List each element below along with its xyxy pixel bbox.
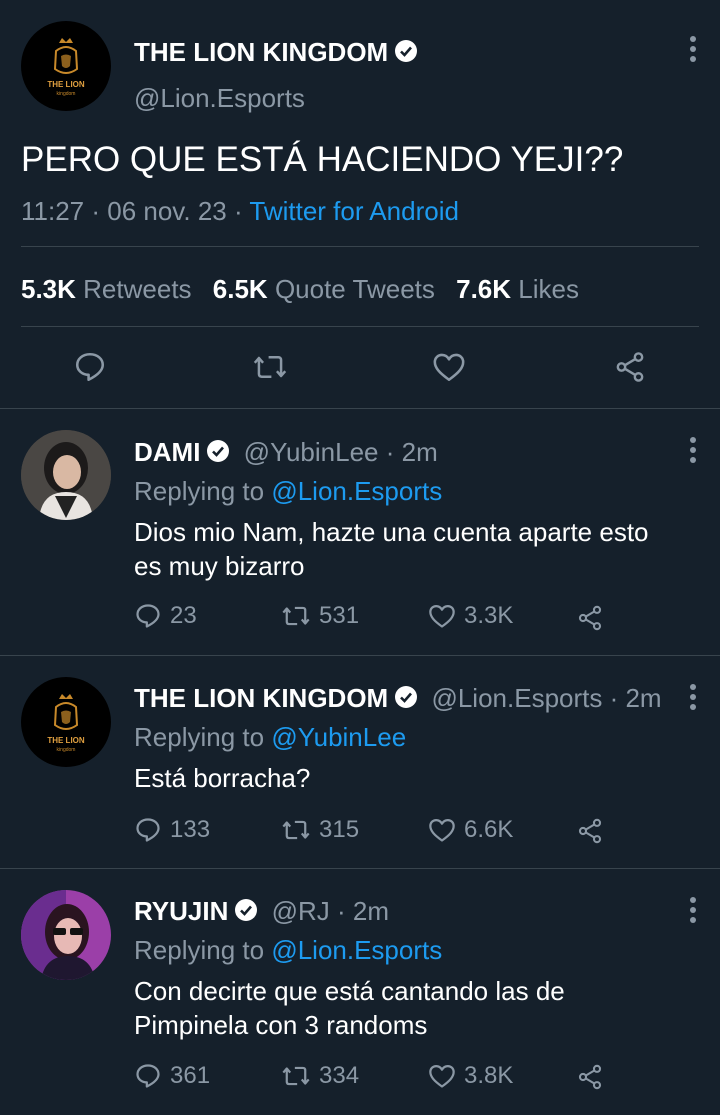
tweet-source-link[interactable]: Twitter for Android [249, 196, 459, 226]
replying-to: Replying to @Lion.Esports [134, 476, 442, 507]
reply-icon [136, 1064, 160, 1088]
retweet-icon[interactable] [252, 350, 288, 384]
replying-to: Replying to @YubinLee [134, 722, 406, 753]
retweets-count: 5.3K [21, 274, 76, 304]
svg-text:kingdom: kingdom [57, 747, 76, 753]
reply-count: 23 [170, 602, 197, 629]
like-count: 6.6K [464, 816, 514, 843]
reply-header: DAMI @YubinLee · 2m [134, 437, 438, 468]
lion-logo-icon: THE LION kingdom [47, 38, 85, 97]
retweet-action[interactable]: 334 [281, 1062, 359, 1090]
retweet-count: 531 [319, 602, 360, 629]
like-icon [429, 1064, 455, 1088]
avatar-photo-icon [21, 430, 111, 520]
tweet-meta: 11:27 · 06 nov. 23 · Twitter for Android [21, 196, 459, 227]
handle-time: @Lion.Esports · 2m [431, 683, 662, 713]
reply-icon [136, 604, 160, 628]
more-options-icon[interactable] [690, 684, 696, 714]
reply-text-line: Está borracha? [134, 763, 311, 793]
more-options-icon[interactable] [690, 36, 696, 66]
svg-text:THE LION: THE LION [47, 736, 85, 745]
verified-badge-icon [395, 686, 418, 708]
retweet-icon [282, 820, 310, 840]
replying-to-link[interactable]: @YubinLee [271, 722, 406, 752]
retweet-icon [282, 606, 310, 626]
share-icon[interactable] [576, 1063, 604, 1091]
like-action[interactable]: 3.3K [428, 602, 513, 630]
display-name-text[interactable]: THE LION KINGDOM [134, 37, 388, 67]
retweet-action[interactable]: 315 [281, 816, 359, 844]
replying-to-link[interactable]: @Lion.Esports [271, 476, 442, 506]
retweet-action[interactable]: 531 [281, 602, 359, 630]
reply-text-line: Con decirte que está cantando las de [134, 976, 565, 1006]
retweets-label: Retweets [83, 274, 192, 304]
divider [0, 655, 720, 656]
handle-time: @YubinLee · 2m [243, 437, 438, 467]
avatar-photo-icon [21, 890, 111, 980]
divider [21, 246, 699, 247]
reply-header: RYUJIN @RJ · 2m [134, 896, 389, 927]
divider [0, 408, 720, 409]
display-name[interactable]: RYUJIN [134, 896, 228, 926]
handle[interactable]: @Lion.Esports [134, 83, 305, 114]
verified-badge-icon [207, 440, 230, 462]
reply-action[interactable]: 361 [134, 1062, 210, 1090]
share-icon[interactable] [576, 604, 604, 632]
svg-text:THE LION: THE LION [47, 80, 85, 89]
reply-header: THE LION KINGDOM @Lion.Esports · 2m [134, 683, 662, 714]
more-options-icon[interactable] [690, 897, 696, 927]
retweets-stat[interactable]: 5.3K Retweets [21, 274, 192, 304]
replying-label: Replying to [134, 476, 265, 506]
reply-icon[interactable] [73, 350, 107, 384]
reply-count: 133 [170, 816, 211, 843]
lion-logo-icon: THE LION kingdom [47, 694, 85, 753]
like-icon [429, 604, 455, 628]
quotes-label: Quote Tweets [274, 274, 435, 304]
retweet-icon [282, 1066, 310, 1086]
avatar-lion-kingdom[interactable]: THE LION kingdom [21, 21, 111, 111]
like-action[interactable]: 6.6K [428, 816, 513, 844]
replying-to-link[interactable]: @Lion.Esports [271, 935, 442, 965]
verified-badge-icon [395, 40, 418, 62]
handle-time: @RJ · 2m [271, 896, 390, 926]
reply-action[interactable]: 23 [134, 602, 197, 630]
like-icon [429, 818, 455, 842]
quotes-count: 6.5K [212, 274, 268, 304]
replying-label: Replying to [134, 935, 265, 965]
likes-stat[interactable]: 7.6K Likes [456, 274, 579, 304]
like-action[interactable]: 3.8K [428, 1062, 513, 1090]
tweet-timestamp: 11:27 · 06 nov. 23 · [21, 196, 243, 226]
share-icon[interactable] [576, 817, 604, 845]
likes-label: Likes [518, 274, 579, 304]
reply-text-line: es muy bizarro [134, 551, 305, 581]
tweet-stats: 5.3K Retweets 6.5K Quote Tweets 7.6K Lik… [21, 274, 579, 305]
like-count: 3.3K [464, 602, 514, 629]
reply-icon [136, 818, 160, 842]
avatar-ryujin[interactable] [21, 890, 111, 980]
reply-action[interactable]: 133 [134, 816, 210, 844]
reply-count: 361 [170, 1062, 211, 1089]
share-icon[interactable] [612, 350, 648, 384]
tweet-text: PERO QUE ESTÁ HACIENDO YEJI?? [21, 140, 624, 179]
replying-to: Replying to @Lion.Esports [134, 935, 442, 966]
quotes-stat[interactable]: 6.5K Quote Tweets [213, 274, 435, 304]
verified-badge-icon [235, 899, 258, 921]
reply-text-line: Dios mio Nam, hazte una cuenta aparte es… [134, 517, 649, 547]
avatar-dami[interactable] [21, 430, 111, 520]
display-name[interactable]: THE LION KINGDOM [134, 683, 388, 713]
divider [21, 326, 699, 327]
retweet-count: 315 [319, 816, 360, 843]
retweet-count: 334 [319, 1062, 360, 1089]
replying-label: Replying to [134, 722, 265, 752]
display-name[interactable]: DAMI [134, 437, 200, 467]
display-name[interactable]: THE LION KINGDOM [134, 37, 418, 68]
avatar-lion-kingdom[interactable]: THE LION kingdom [21, 677, 111, 767]
reply-text-line: Pimpinela con 3 randoms [134, 1010, 428, 1040]
divider [0, 868, 720, 869]
like-count: 3.8K [464, 1062, 514, 1089]
likes-count: 7.6K [456, 274, 512, 304]
svg-text:kingdom: kingdom [57, 91, 76, 97]
more-options-icon[interactable] [690, 437, 696, 467]
like-icon[interactable] [432, 351, 466, 383]
